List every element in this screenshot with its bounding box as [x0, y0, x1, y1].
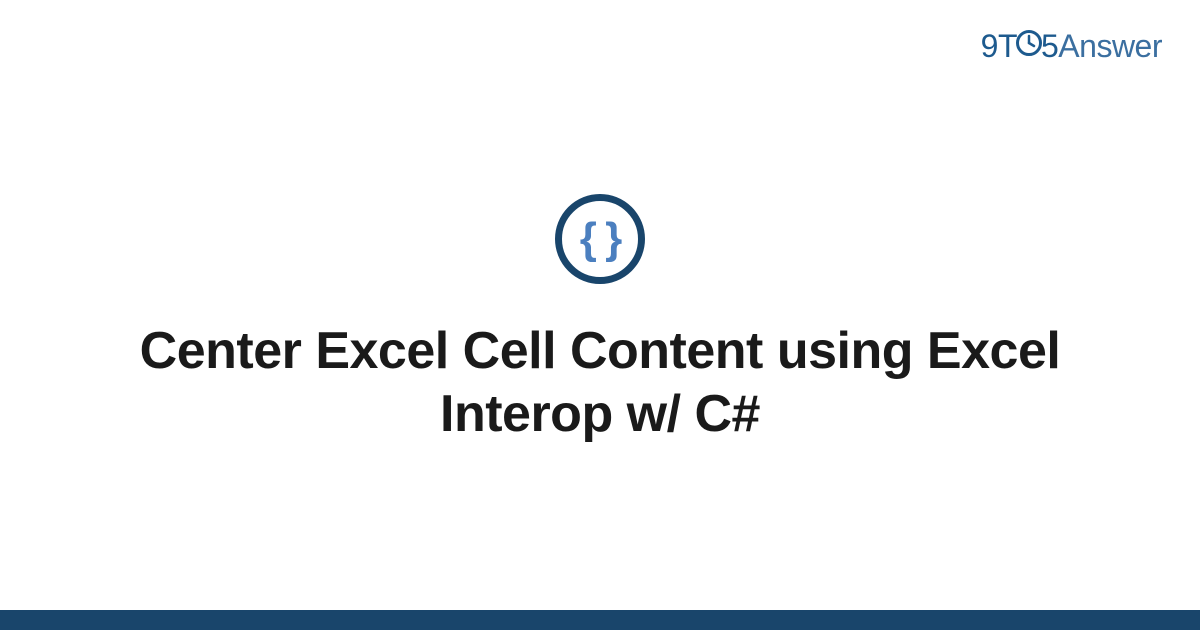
main-content: { } Center Excel Cell Content using Exce…	[0, 0, 1200, 610]
code-braces-icon: { }	[580, 217, 620, 261]
page-title: Center Excel Cell Content using Excel In…	[120, 320, 1080, 447]
footer-accent-bar	[0, 610, 1200, 630]
category-icon-circle: { }	[555, 194, 645, 284]
